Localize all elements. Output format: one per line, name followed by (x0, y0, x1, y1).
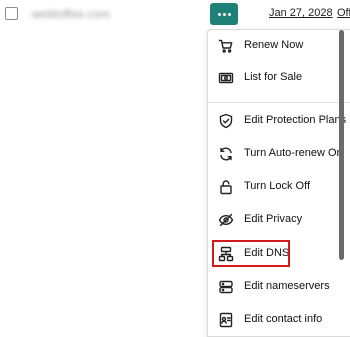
menu-item-label: Renew Now (244, 39, 304, 51)
menu-item-label: Turn Auto-renew On (244, 147, 343, 159)
menu-item-edit-privacy[interactable]: Edit Privacy (208, 205, 350, 235)
row-checkbox[interactable] (5, 7, 18, 20)
cart-icon (218, 39, 233, 53)
menu-item-label: Edit contact info (244, 313, 323, 325)
menu-divider (208, 102, 350, 103)
menu-item-label: Edit nameservers (244, 280, 330, 292)
menu-item-renew-now[interactable]: Renew Now (208, 31, 350, 61)
contact-card-icon (219, 312, 233, 328)
menu-item-turn-lock-off[interactable]: Turn Lock Off (208, 172, 350, 202)
eye-off-icon (218, 213, 234, 227)
edit-dns-highlight-box (212, 240, 290, 267)
menu-scrollbar[interactable] (339, 30, 344, 260)
more-dot (217, 12, 221, 16)
cash-icon (218, 72, 234, 84)
auto-renew-link[interactable]: Off (337, 7, 350, 19)
server-icon (219, 280, 233, 294)
domain-name[interactable]: webtoffee.com (32, 7, 110, 21)
menu-item-list-for-sale[interactable]: List for Sale (208, 63, 350, 93)
menu-item-turn-auto-renew-on[interactable]: Turn Auto-renew On (208, 139, 350, 169)
menu-item-label: Turn Lock Off (244, 180, 311, 192)
menu-item-edit-contact-info[interactable]: Edit contact info (208, 305, 350, 335)
expiry-date-link[interactable]: Jan 27, 2028 (269, 7, 333, 19)
menu-item-label: Edit Privacy (244, 213, 303, 225)
menu-item-edit-protection-plans[interactable]: Edit Protection Plans (208, 106, 350, 136)
shield-icon (219, 113, 233, 129)
lock-icon (220, 180, 232, 195)
domain-row: webtoffee.com Jan 27, 2028 Off (0, 0, 350, 28)
menu-item-label: Edit Protection Plans (244, 114, 347, 126)
actions-dropdown-menu: Renew Now List for Sale Edit Protection … (207, 29, 350, 337)
refresh-icon (220, 147, 232, 161)
more-options-button[interactable] (210, 3, 238, 25)
more-dot (227, 12, 231, 16)
menu-item-label: List for Sale (244, 71, 303, 83)
more-dot (222, 12, 226, 16)
menu-item-edit-nameservers[interactable]: Edit nameservers (208, 272, 350, 302)
